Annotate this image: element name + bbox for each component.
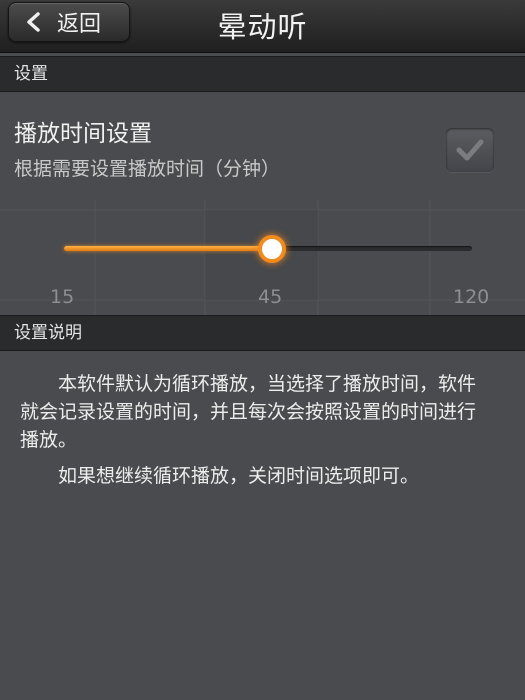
description-body: 本软件默认为循环播放，当选择了播放时间，软件就会记录设置的时间，并且每次会按照设…	[20, 370, 490, 490]
slider-tick-mid: 45	[258, 286, 283, 308]
title-bar: 返回 晕动听	[0, 0, 525, 53]
play-time-setting-title: 播放时间设置	[14, 121, 152, 147]
play-time-checkbox[interactable]	[446, 128, 494, 172]
section-header-settings: 设置	[0, 56, 525, 92]
play-time-setting-subtitle: 根据需要设置播放时间（分钟）	[14, 158, 281, 180]
slider-thumb[interactable]	[258, 235, 287, 263]
play-time-slider-area: 15 45 120	[0, 200, 525, 315]
app-title: 晕动听	[217, 10, 308, 44]
checkmark-icon	[456, 139, 484, 161]
section-header-description: 设置说明	[0, 315, 525, 351]
slider-tick-max: 120	[453, 286, 490, 308]
slider-fill	[64, 246, 273, 251]
description-paragraph: 如果想继续循环播放，关闭时间选项即可。	[58, 465, 420, 487]
slider-tick-min: 15	[50, 286, 75, 308]
description-paragraph: 本软件默认为循环播放，当选择了播放时间，软件就会记录设置的时间，并且每次会按照设…	[20, 373, 477, 451]
